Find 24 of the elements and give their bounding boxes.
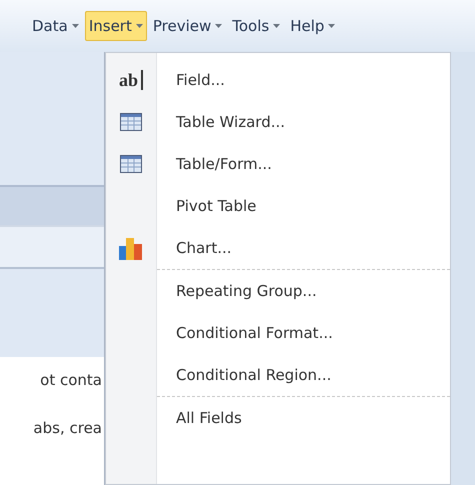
menu-item[interactable]: Pivot Table (106, 185, 450, 227)
caret-icon (72, 24, 79, 28)
menu-item[interactable]: Conditional Region... (106, 354, 450, 396)
caret-icon (328, 24, 336, 28)
menu-item[interactable]: All Fields (106, 397, 450, 439)
bar-chart-icon (119, 236, 143, 260)
menu-bar-item[interactable]: Preview (148, 11, 226, 41)
menu-item[interactable]: Table Wizard... (106, 101, 450, 143)
menu-item[interactable]: ab Field... (106, 59, 450, 101)
menu-item[interactable]: Chart... (106, 227, 450, 269)
menu-item[interactable]: Table/Form... (106, 143, 450, 185)
table-icon (120, 113, 142, 131)
menu-bar-item[interactable]: Tools (228, 11, 284, 41)
caret-icon (215, 24, 222, 28)
body-text: ot conta (40, 371, 103, 389)
caret-icon (136, 24, 143, 28)
menu-bar-item[interactable]: Insert (84, 11, 147, 41)
menu-item[interactable]: Repeating Group... (106, 270, 450, 312)
table-icon (120, 155, 142, 173)
menu-bar-item[interactable]: Data (28, 11, 83, 41)
menu-bar-item[interactable]: Help (286, 11, 340, 41)
caret-icon (273, 24, 280, 28)
body-text: abs, crea (33, 419, 103, 437)
menu-item[interactable]: Conditional Format... (106, 312, 450, 354)
